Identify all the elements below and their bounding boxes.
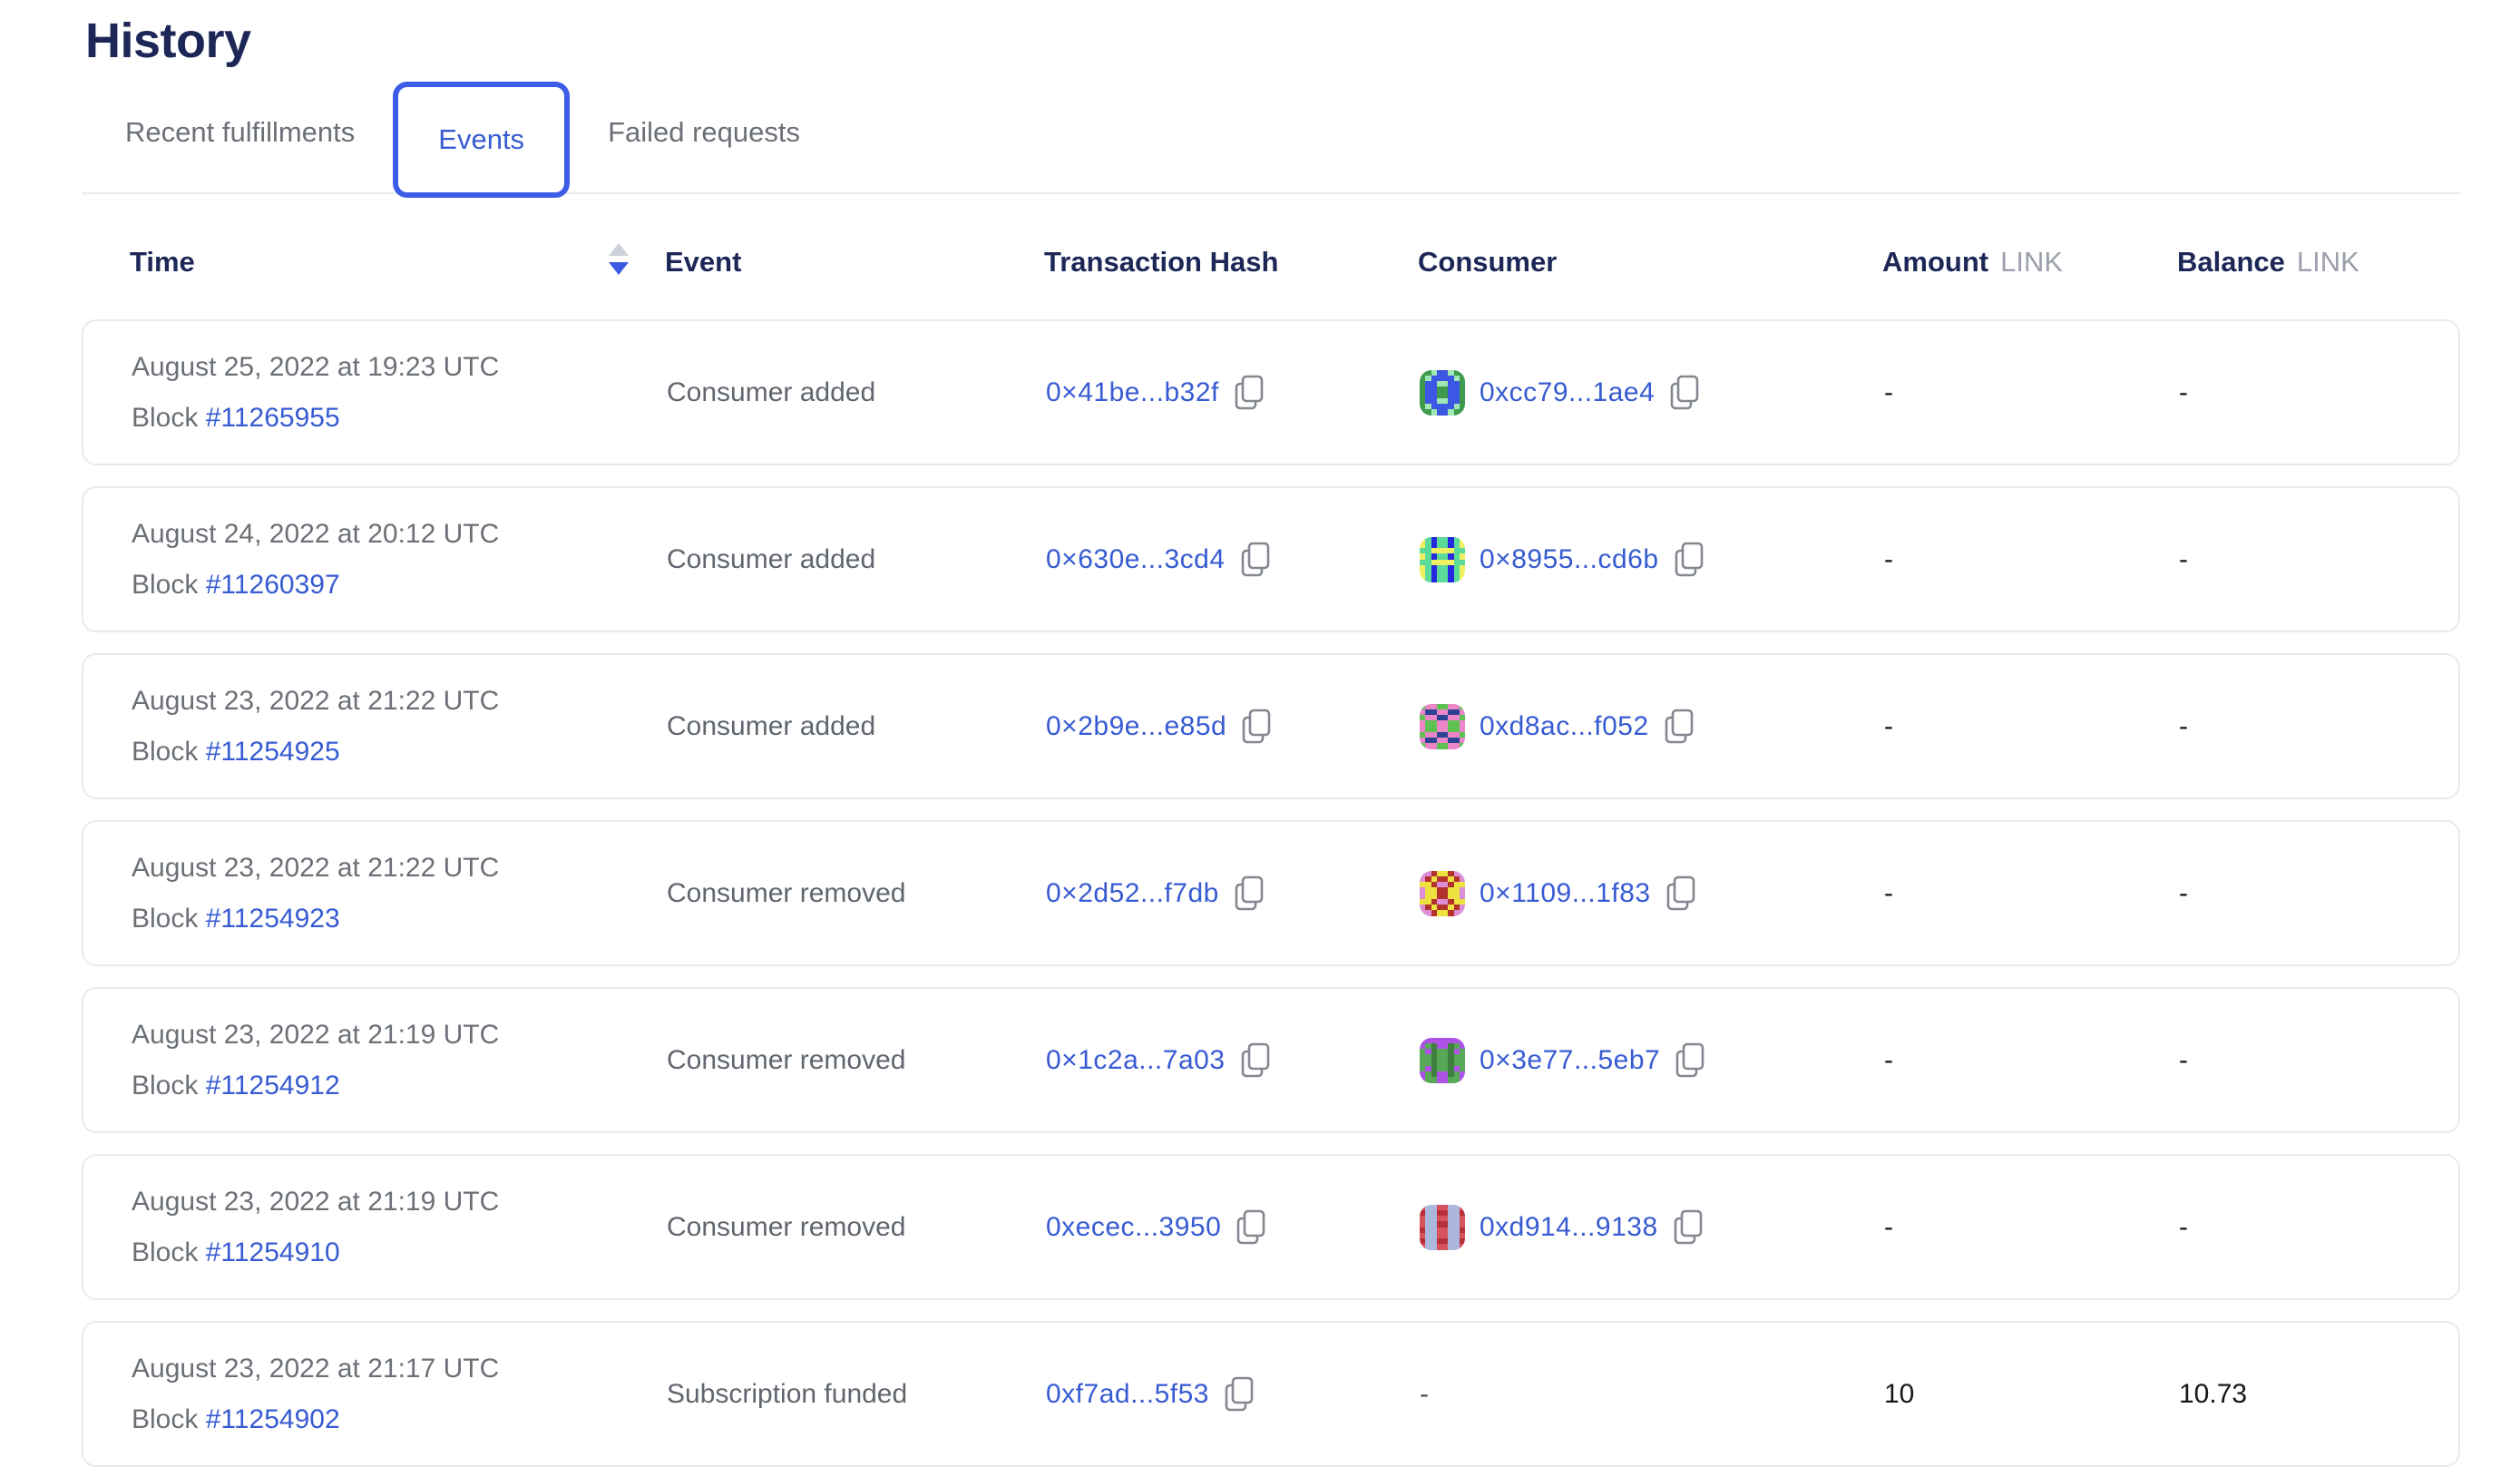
table-row: August 25, 2022 at 19:23 UTC Block #1126… <box>82 319 2460 465</box>
event-type: Consumer removed <box>667 1212 1046 1243</box>
amount-value: - <box>1884 1045 2179 1076</box>
transaction-hash-link[interactable]: 0×1c2a...7a03 <box>1046 1045 1226 1076</box>
consumer-avatar <box>1420 1205 1465 1250</box>
tab-recent-fulfillments[interactable]: Recent fulfillments <box>125 116 355 149</box>
row-timestamp: August 23, 2022 at 21:22 UTC <box>132 853 667 884</box>
balance-value: - <box>2179 1045 2458 1076</box>
block-label: Block <box>132 737 198 767</box>
row-timestamp: August 23, 2022 at 21:19 UTC <box>132 1020 667 1051</box>
row-timestamp: August 25, 2022 at 19:23 UTC <box>132 352 667 383</box>
copy-icon[interactable] <box>1664 708 1695 746</box>
amount-value: - <box>1884 711 2179 742</box>
copy-icon[interactable] <box>1674 541 1704 579</box>
consumer-address-link[interactable]: 0xd8ac...f052 <box>1480 711 1649 742</box>
block-label: Block <box>132 1404 198 1434</box>
copy-icon[interactable] <box>1669 374 1700 412</box>
copy-icon[interactable] <box>1240 541 1271 579</box>
transaction-hash-link[interactable]: 0×2b9e...e85d <box>1046 711 1226 742</box>
consumer-address-link[interactable]: 0×1109...1f83 <box>1480 878 1651 909</box>
copy-icon[interactable] <box>1224 1375 1255 1413</box>
sort-descending-icon[interactable] <box>609 243 629 276</box>
block-number-link[interactable]: #11254925 <box>206 737 340 767</box>
consumer-address-link[interactable]: 0xcc79...1ae4 <box>1480 377 1655 408</box>
consumer-avatar <box>1420 871 1465 916</box>
column-header-consumer: Consumer <box>1418 247 1557 278</box>
event-type: Consumer added <box>667 377 1046 408</box>
column-header-event: Event <box>665 247 741 278</box>
table-header: Time Event Transaction Hash Consumer Amo… <box>82 194 2460 319</box>
event-type: Consumer removed <box>667 1045 1046 1076</box>
copy-icon[interactable] <box>1673 1208 1704 1247</box>
column-header-amount: Amount <box>1882 247 1988 278</box>
amount-value: - <box>1884 878 2179 909</box>
copy-icon[interactable] <box>1236 1208 1266 1247</box>
block-label: Block <box>132 403 198 433</box>
consumer-address-link[interactable]: 0xd914...9138 <box>1480 1212 1658 1243</box>
row-timestamp: August 24, 2022 at 20:12 UTC <box>132 519 667 550</box>
consumer-address-link[interactable]: 0×3e77...5eb7 <box>1480 1045 1660 1076</box>
tab-events[interactable]: Events <box>393 82 570 198</box>
consumer-address-link[interactable]: 0×8955...cd6b <box>1480 544 1659 575</box>
page-title: History <box>85 13 2460 69</box>
block-number-link[interactable]: #11254923 <box>206 904 340 934</box>
copy-icon[interactable] <box>1241 708 1272 746</box>
transaction-hash-link[interactable]: 0xf7ad...5f53 <box>1046 1379 1209 1410</box>
event-type: Consumer added <box>667 544 1046 575</box>
table-row: August 23, 2022 at 21:19 UTC Block #1125… <box>82 1154 2460 1300</box>
block-label: Block <box>132 1237 198 1267</box>
table-row: August 23, 2022 at 21:22 UTC Block #1125… <box>82 653 2460 799</box>
block-label: Block <box>132 904 198 934</box>
consumer-avatar <box>1420 537 1465 582</box>
column-header-time: Time <box>130 247 195 278</box>
consumer-avatar <box>1420 370 1465 416</box>
balance-value: - <box>2179 711 2458 742</box>
table-row: August 23, 2022 at 21:17 UTC Block #1125… <box>82 1321 2460 1467</box>
tab-failed-requests[interactable]: Failed requests <box>608 116 800 149</box>
table-row: August 23, 2022 at 21:19 UTC Block #1125… <box>82 987 2460 1133</box>
amount-value: - <box>1884 1212 2179 1243</box>
balance-value: 10.73 <box>2179 1379 2458 1410</box>
copy-icon[interactable] <box>1234 374 1265 412</box>
transaction-hash-link[interactable]: 0×41be...b32f <box>1046 377 1219 408</box>
column-header-transaction-hash: Transaction Hash <box>1044 247 1278 278</box>
copy-icon[interactable] <box>1234 875 1265 913</box>
balance-unit-label: LINK <box>2297 247 2359 278</box>
balance-value: - <box>2179 1212 2458 1243</box>
copy-icon[interactable] <box>1675 1042 1705 1080</box>
consumer-avatar <box>1420 1038 1465 1083</box>
block-label: Block <box>132 570 198 600</box>
balance-value: - <box>2179 878 2458 909</box>
column-header-balance: Balance <box>2177 247 2285 278</box>
event-type: Subscription funded <box>667 1379 1046 1410</box>
transaction-hash-link[interactable]: 0xecec...3950 <box>1046 1212 1221 1243</box>
copy-icon[interactable] <box>1665 875 1696 913</box>
block-number-link[interactable]: #11254902 <box>206 1404 340 1434</box>
transaction-hash-link[interactable]: 0×2d52...f7db <box>1046 878 1219 909</box>
copy-icon[interactable] <box>1240 1042 1271 1080</box>
block-label: Block <box>132 1071 198 1100</box>
consumer-address-link: - <box>1420 1379 1429 1410</box>
tab-bar: Recent fulfillments Events Failed reques… <box>82 73 2460 194</box>
amount-value: 10 <box>1884 1379 2179 1410</box>
block-number-link[interactable]: #11254910 <box>206 1237 340 1267</box>
row-timestamp: August 23, 2022 at 21:19 UTC <box>132 1187 667 1218</box>
block-number-link[interactable]: #11260397 <box>206 570 340 600</box>
row-timestamp: August 23, 2022 at 21:17 UTC <box>132 1354 667 1384</box>
amount-value: - <box>1884 544 2179 575</box>
event-type: Consumer removed <box>667 878 1046 909</box>
balance-value: - <box>2179 544 2458 575</box>
balance-value: - <box>2179 377 2458 408</box>
transaction-hash-link[interactable]: 0×630e...3cd4 <box>1046 544 1226 575</box>
events-table-body: August 25, 2022 at 19:23 UTC Block #1126… <box>82 319 2460 1467</box>
row-timestamp: August 23, 2022 at 21:22 UTC <box>132 686 667 717</box>
history-panel: History Recent fulfillments Events Faile… <box>0 0 2520 1467</box>
amount-value: - <box>1884 377 2179 408</box>
block-number-link[interactable]: #11254912 <box>206 1071 340 1100</box>
amount-unit-label: LINK <box>2000 247 2063 278</box>
consumer-avatar <box>1420 704 1465 749</box>
event-type: Consumer added <box>667 711 1046 742</box>
table-row: August 23, 2022 at 21:22 UTC Block #1125… <box>82 820 2460 966</box>
block-number-link[interactable]: #11265955 <box>206 403 340 433</box>
table-row: August 24, 2022 at 20:12 UTC Block #1126… <box>82 486 2460 632</box>
